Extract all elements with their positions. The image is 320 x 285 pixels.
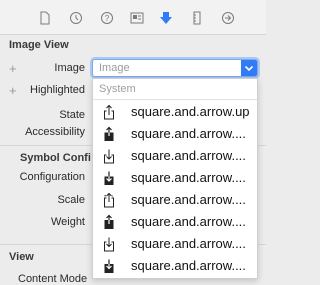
dropdown-item[interactable]: square.and.arrow.... (93, 255, 257, 277)
scale-label: Scale (57, 194, 85, 206)
content-mode-label: Content Mode (18, 273, 88, 285)
dropdown-item-label: square.and.arrow.up (131, 104, 250, 119)
square-and-arrow-down-on-square-icon (104, 237, 114, 252)
dropdown-item-label: square.and.arrow.... (131, 148, 246, 163)
dropdown-item-label: square.and.arrow.... (131, 236, 246, 251)
dropdown-item[interactable]: square.and.arrow.... (93, 123, 257, 145)
help-icon[interactable]: ? (100, 11, 114, 25)
svg-text:?: ? (105, 14, 110, 23)
square-and-arrow-down-on-square-fill-icon (104, 259, 114, 273)
size-inspector-icon[interactable] (190, 11, 204, 25)
square-and-arrow-down-icon (104, 149, 114, 164)
dropdown-item[interactable]: square.and.arrow.... (93, 189, 257, 211)
toolbar-divider (0, 34, 266, 35)
image-field[interactable]: Image (92, 59, 258, 77)
dropdown-item[interactable]: square.and.arrow.up (93, 101, 257, 123)
inspector-toolbar: ? (0, 0, 266, 34)
connections-icon[interactable] (221, 11, 235, 25)
dropdown-item-label: square.and.arrow.... (131, 126, 246, 141)
weight-label: Weight (50, 216, 85, 228)
dropdown-item-label: square.and.arrow.... (131, 192, 246, 207)
dropdown-item[interactable]: square.and.arrow.... (93, 167, 257, 189)
identity-icon[interactable] (130, 11, 144, 25)
add-variation-highlighted-button[interactable]: + (9, 84, 17, 97)
image-label: Image (54, 62, 85, 74)
attributes-inspector-icon[interactable] (159, 11, 173, 25)
image-field-dropdown-button[interactable] (241, 60, 257, 76)
square-and-arrow-up-fill-icon (104, 126, 114, 141)
square-and-arrow-down-fill-icon (104, 171, 114, 185)
dropdown-item-label: square.and.arrow.... (131, 258, 246, 273)
square-and-arrow-up-on-square-fill-icon (104, 214, 114, 229)
section-title-image-view: Image View (9, 39, 69, 51)
add-variation-image-button[interactable]: + (9, 62, 17, 75)
square-and-arrow-up-icon (104, 104, 114, 120)
dropdown-separator (93, 99, 257, 100)
state-label: State (59, 109, 85, 121)
image-suggestions-dropdown[interactable]: System square.and.arrow.up square.and.ar… (92, 78, 258, 279)
square-and-arrow-up-on-square-icon (104, 192, 114, 208)
history-icon[interactable] (69, 11, 83, 25)
dropdown-group-header: System (99, 83, 136, 95)
chevron-down-icon (244, 65, 254, 72)
section-title-view: View (9, 251, 34, 263)
dropdown-item-label: square.and.arrow.... (131, 214, 246, 229)
dropdown-item[interactable]: square.and.arrow.... (93, 233, 257, 255)
dropdown-item[interactable]: square.and.arrow.... (93, 145, 257, 167)
section-title-symbol-configuration: Symbol Confi (20, 152, 91, 164)
dropdown-item-label: square.and.arrow.... (131, 170, 246, 185)
accessibility-label: Accessibility (25, 126, 85, 138)
highlighted-label: Highlighted (30, 84, 86, 96)
configuration-label: Configuration (19, 171, 85, 183)
file-icon[interactable] (38, 11, 52, 25)
dropdown-item[interactable]: square.and.arrow.... (93, 211, 257, 233)
image-field-placeholder: Image (99, 62, 130, 74)
